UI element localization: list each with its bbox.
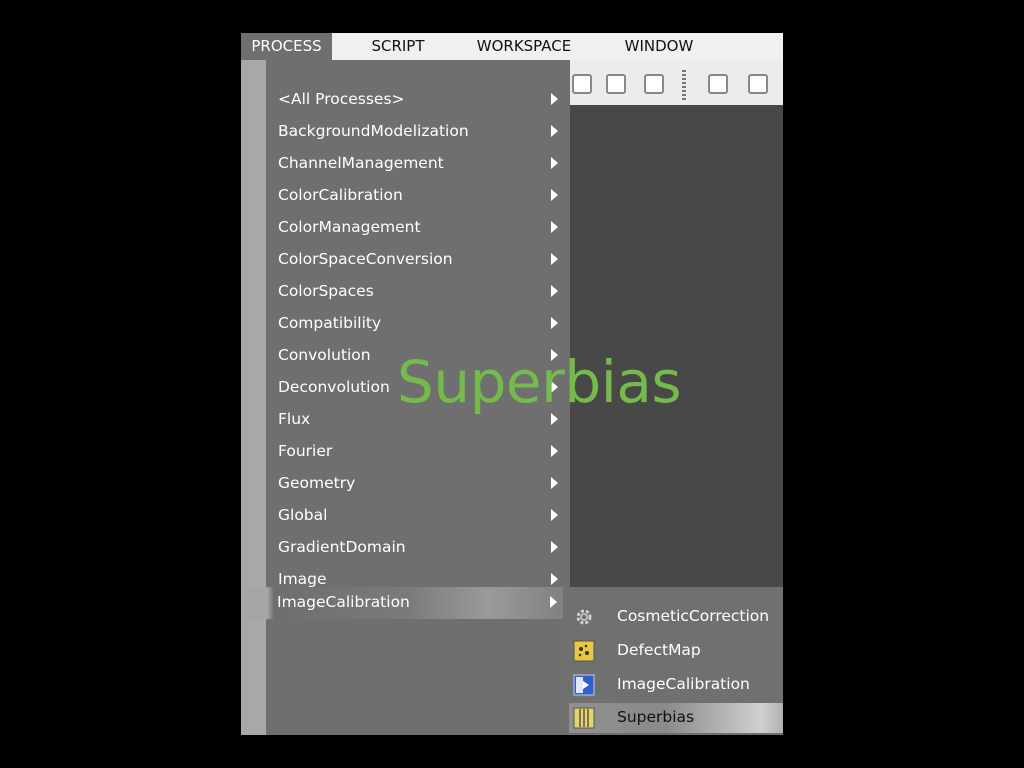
menu-item-colormanagement[interactable]: ColorManagement [266, 212, 570, 244]
image-calibration-icon [573, 674, 595, 696]
toolbar-separator [682, 70, 686, 100]
close-process-icon[interactable] [644, 74, 664, 94]
submenu-item-defectmap[interactable]: DefectMap [569, 636, 783, 666]
menu-item-label: Flux [278, 410, 311, 428]
menu-item-label: Compatibility [278, 314, 382, 332]
menu-item-backgroundmodelization[interactable]: BackgroundModelization [266, 116, 570, 148]
submenu-item-superbias[interactable]: Superbias [569, 703, 783, 733]
defect-map-icon [573, 640, 595, 662]
submenu-item-label: CosmeticCorrection [617, 607, 770, 625]
submenu-arrow-icon [550, 596, 557, 608]
menu-item-imagecalibration[interactable]: ImageCalibration [241, 587, 571, 619]
submenu-item-label: ImageCalibration [617, 675, 750, 693]
submenu-arrow-icon [551, 509, 558, 521]
menu-item-colorcalibration[interactable]: ColorCalibration [266, 180, 570, 212]
menu-window[interactable]: WINDOW [611, 33, 707, 60]
menu-item-label: GradientDomain [278, 538, 406, 556]
menu-item-label: Deconvolution [278, 378, 390, 396]
reset-process-icon[interactable] [606, 74, 626, 94]
submenu-arrow-icon [551, 189, 558, 201]
close-window-icon[interactable] [748, 74, 768, 94]
menu-item-fourier[interactable]: Fourier [266, 436, 570, 468]
submenu-arrow-icon [551, 221, 558, 233]
submenu-arrow-icon [551, 317, 558, 329]
menu-item-label: ImageCalibration [277, 593, 410, 611]
submenu-item-label: DefectMap [617, 641, 701, 659]
menu-item-channelmanagement[interactable]: ChannelManagement [266, 148, 570, 180]
process-settings-icon[interactable] [572, 74, 592, 94]
menu-item-label: ColorManagement [278, 218, 421, 236]
submenu-arrow-icon [551, 157, 558, 169]
window-panel-icon[interactable] [708, 74, 728, 94]
menu-item-label: ColorSpaces [278, 282, 374, 300]
menu-item-label: <All Processes> [278, 90, 405, 108]
toolbar [570, 60, 783, 105]
menu-item-label: Convolution [278, 346, 371, 364]
menu-item-geometry[interactable]: Geometry [266, 468, 570, 500]
menu-item-label: ChannelManagement [278, 154, 444, 172]
menu-process[interactable]: PROCESS [241, 33, 332, 60]
submenu-arrow-icon [551, 445, 558, 457]
submenu-arrow-icon [551, 477, 558, 489]
submenu-arrow-icon [551, 253, 558, 265]
caption-overlay: Superbias [397, 348, 682, 416]
menu-item-label: ColorSpaceConversion [278, 250, 453, 268]
menu-item-all-processes[interactable]: <All Processes> [266, 84, 570, 116]
submenu-arrow-icon [551, 125, 558, 137]
menu-item-compatibility[interactable]: Compatibility [266, 308, 570, 340]
submenu-arrow-icon [551, 573, 558, 585]
menu-item-label: Fourier [278, 442, 333, 460]
imagecalibration-submenu: CosmeticCorrection DefectMap ImageCalibr… [563, 587, 783, 735]
menu-item-gradientdomain[interactable]: GradientDomain [266, 532, 570, 564]
submenu-item-imagecalibration[interactable]: ImageCalibration [569, 670, 783, 700]
menu-item-label: ColorCalibration [278, 186, 403, 204]
gear-icon [576, 609, 592, 625]
menu-icon-strip [241, 60, 266, 735]
submenu-item-label: Superbias [617, 708, 695, 726]
menu-workspace[interactable]: WORKSPACE [469, 33, 579, 60]
menu-item-label: BackgroundModelization [278, 122, 469, 140]
menu-item-colorspaces[interactable]: ColorSpaces [266, 276, 570, 308]
submenu-arrow-icon [551, 541, 558, 553]
submenu-arrow-icon [551, 93, 558, 105]
menu-item-global[interactable]: Global [266, 500, 570, 532]
submenu-arrow-icon [551, 285, 558, 297]
menubar: PROCESS SCRIPT WORKSPACE WINDOW [241, 33, 783, 60]
menu-item-colorspaceconversion[interactable]: ColorSpaceConversion [266, 244, 570, 276]
menu-script[interactable]: SCRIPT [353, 33, 443, 60]
superbias-icon [573, 707, 595, 729]
submenu-item-cosmeticcorrection[interactable]: CosmeticCorrection [569, 602, 783, 632]
menu-item-label: Image [278, 570, 327, 588]
menu-item-label: Global [278, 506, 328, 524]
menu-item-label: Geometry [278, 474, 356, 492]
